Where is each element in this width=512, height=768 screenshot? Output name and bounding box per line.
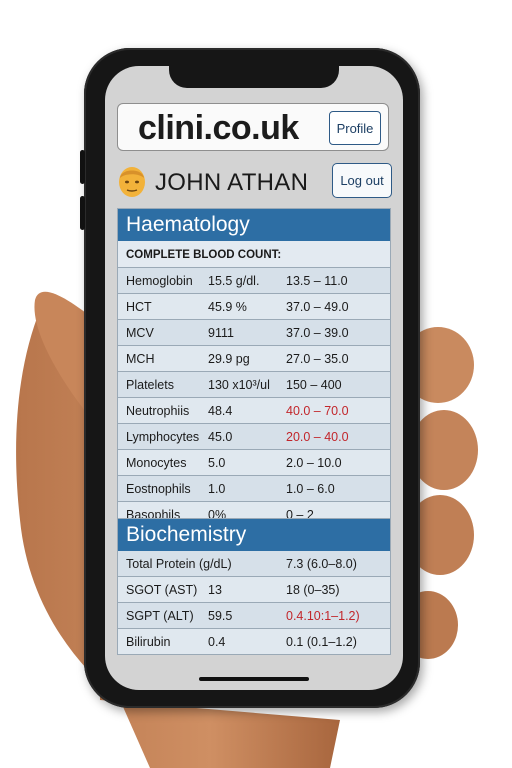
test-value: 1.0	[208, 482, 226, 496]
section-title-biochemistry: Biochemistry	[118, 519, 390, 551]
test-name: Hemoglobin	[126, 274, 193, 288]
phone-screen: clini.co.uk Profile JOHN ATHAN Log out H…	[105, 66, 403, 690]
test-name: Neutrophiis	[126, 404, 190, 418]
reference-range: 37.0 – 49.0	[286, 300, 349, 314]
person-face-icon	[119, 167, 145, 197]
reference-range: 37.0 – 39.0	[286, 326, 349, 340]
test-name: Total Protein (g/dL)	[126, 557, 232, 571]
test-value: 130 x10³/ul	[208, 378, 270, 392]
table-row: Hemoglobin 15.5 g/dl. 13.5 – 11.0	[118, 268, 390, 294]
test-name: MCH	[126, 352, 155, 366]
reference-range: 18 (0–35)	[286, 583, 340, 597]
test-value: 13	[208, 583, 222, 597]
table-row: SGOT (AST) 13 18 (0–35)	[118, 577, 390, 603]
reference-range: 27.0 – 35.0	[286, 352, 349, 366]
test-name: Bilirubin	[126, 635, 171, 649]
test-name: Monocytes	[126, 456, 187, 470]
test-value: 59.5	[208, 609, 233, 623]
notch	[169, 66, 339, 88]
table-row: Lymphocytes 45.0 20.0 – 40.0	[118, 424, 390, 450]
reference-range: 13.5 – 11.0	[286, 274, 348, 288]
table-row: MCH 29.9 pg 27.0 – 35.0	[118, 346, 390, 372]
biochemistry-panel: Biochemistry Total Protein (g/dL) 7.3 (6.…	[117, 518, 391, 655]
table-row: Platelets 130 x10³/ul 150 – 400	[118, 372, 390, 398]
test-name: SGPT (ALT)	[126, 609, 194, 623]
table-row: HCT 45.9 % 37.0 – 49.0	[118, 294, 390, 320]
logout-button[interactable]: Log out	[332, 163, 392, 198]
section-title-haematology: Haematology	[118, 209, 390, 241]
test-name: Eostnophils	[126, 482, 191, 496]
test-name: HCT	[126, 300, 152, 314]
test-name: Lymphocytes	[126, 430, 200, 444]
test-value: 15.5 g/dl.	[208, 274, 260, 288]
reference-range: 150 – 400	[286, 378, 342, 392]
home-indicator	[199, 677, 309, 681]
volume-button	[80, 150, 85, 184]
test-value: 0.4	[208, 635, 226, 649]
table-row: SGPT (ALT) 59.5 0.4.10:1–1.2)	[118, 603, 390, 629]
test-name: MCV	[126, 326, 154, 340]
table-row: Neutrophiis 48.4 40.0 – 70.0	[118, 398, 390, 424]
table-row: Bilirubin 0.4 0.1 (0.1–1.2)	[118, 629, 390, 654]
volume-button	[80, 196, 85, 230]
test-name: SGOT (AST)	[126, 583, 198, 597]
test-value: 5.0	[208, 456, 226, 470]
profile-button[interactable]: Profile	[329, 111, 381, 145]
reference-range: 0.1 (0.1–1.2)	[286, 635, 357, 649]
reference-range: 40.0 – 70.0	[286, 404, 349, 418]
test-name: Platelets	[126, 378, 174, 392]
reference-range: 0.4.10:1–1.2)	[286, 609, 360, 623]
reference-range: 2.0 – 10.0	[286, 456, 342, 470]
table-row: Monocytes 5.0 2.0 – 10.0	[118, 450, 390, 476]
test-value: 29.9 pg	[208, 352, 250, 366]
test-value: 45.9 %	[208, 300, 247, 314]
user-name: JOHN ATHAN	[155, 169, 309, 196]
table-row: MCV 9111 37.0 – 39.0	[118, 320, 390, 346]
site-title: clini.co.uk	[138, 109, 299, 147]
table-row: Total Protein (g/dL) 7.3 (6.0–8.0)	[118, 551, 390, 577]
test-value: 45.0	[208, 430, 233, 444]
table-row: Eostnophils 1.0 1.0 – 6.0	[118, 476, 390, 502]
test-value: 48.4	[208, 404, 233, 418]
haematology-panel: Haematology COMPLETE BLOOD COUNT: Hemogl…	[117, 208, 391, 528]
test-value: 9111	[208, 326, 234, 340]
reference-range: 1.0 – 6.0	[286, 482, 335, 496]
reference-range: 20.0 – 40.0	[286, 430, 349, 444]
reference-range: 7.3 (6.0–8.0)	[286, 557, 357, 571]
site-header: clini.co.uk Profile	[117, 103, 389, 151]
section-subtitle: COMPLETE BLOOD COUNT:	[118, 241, 390, 268]
